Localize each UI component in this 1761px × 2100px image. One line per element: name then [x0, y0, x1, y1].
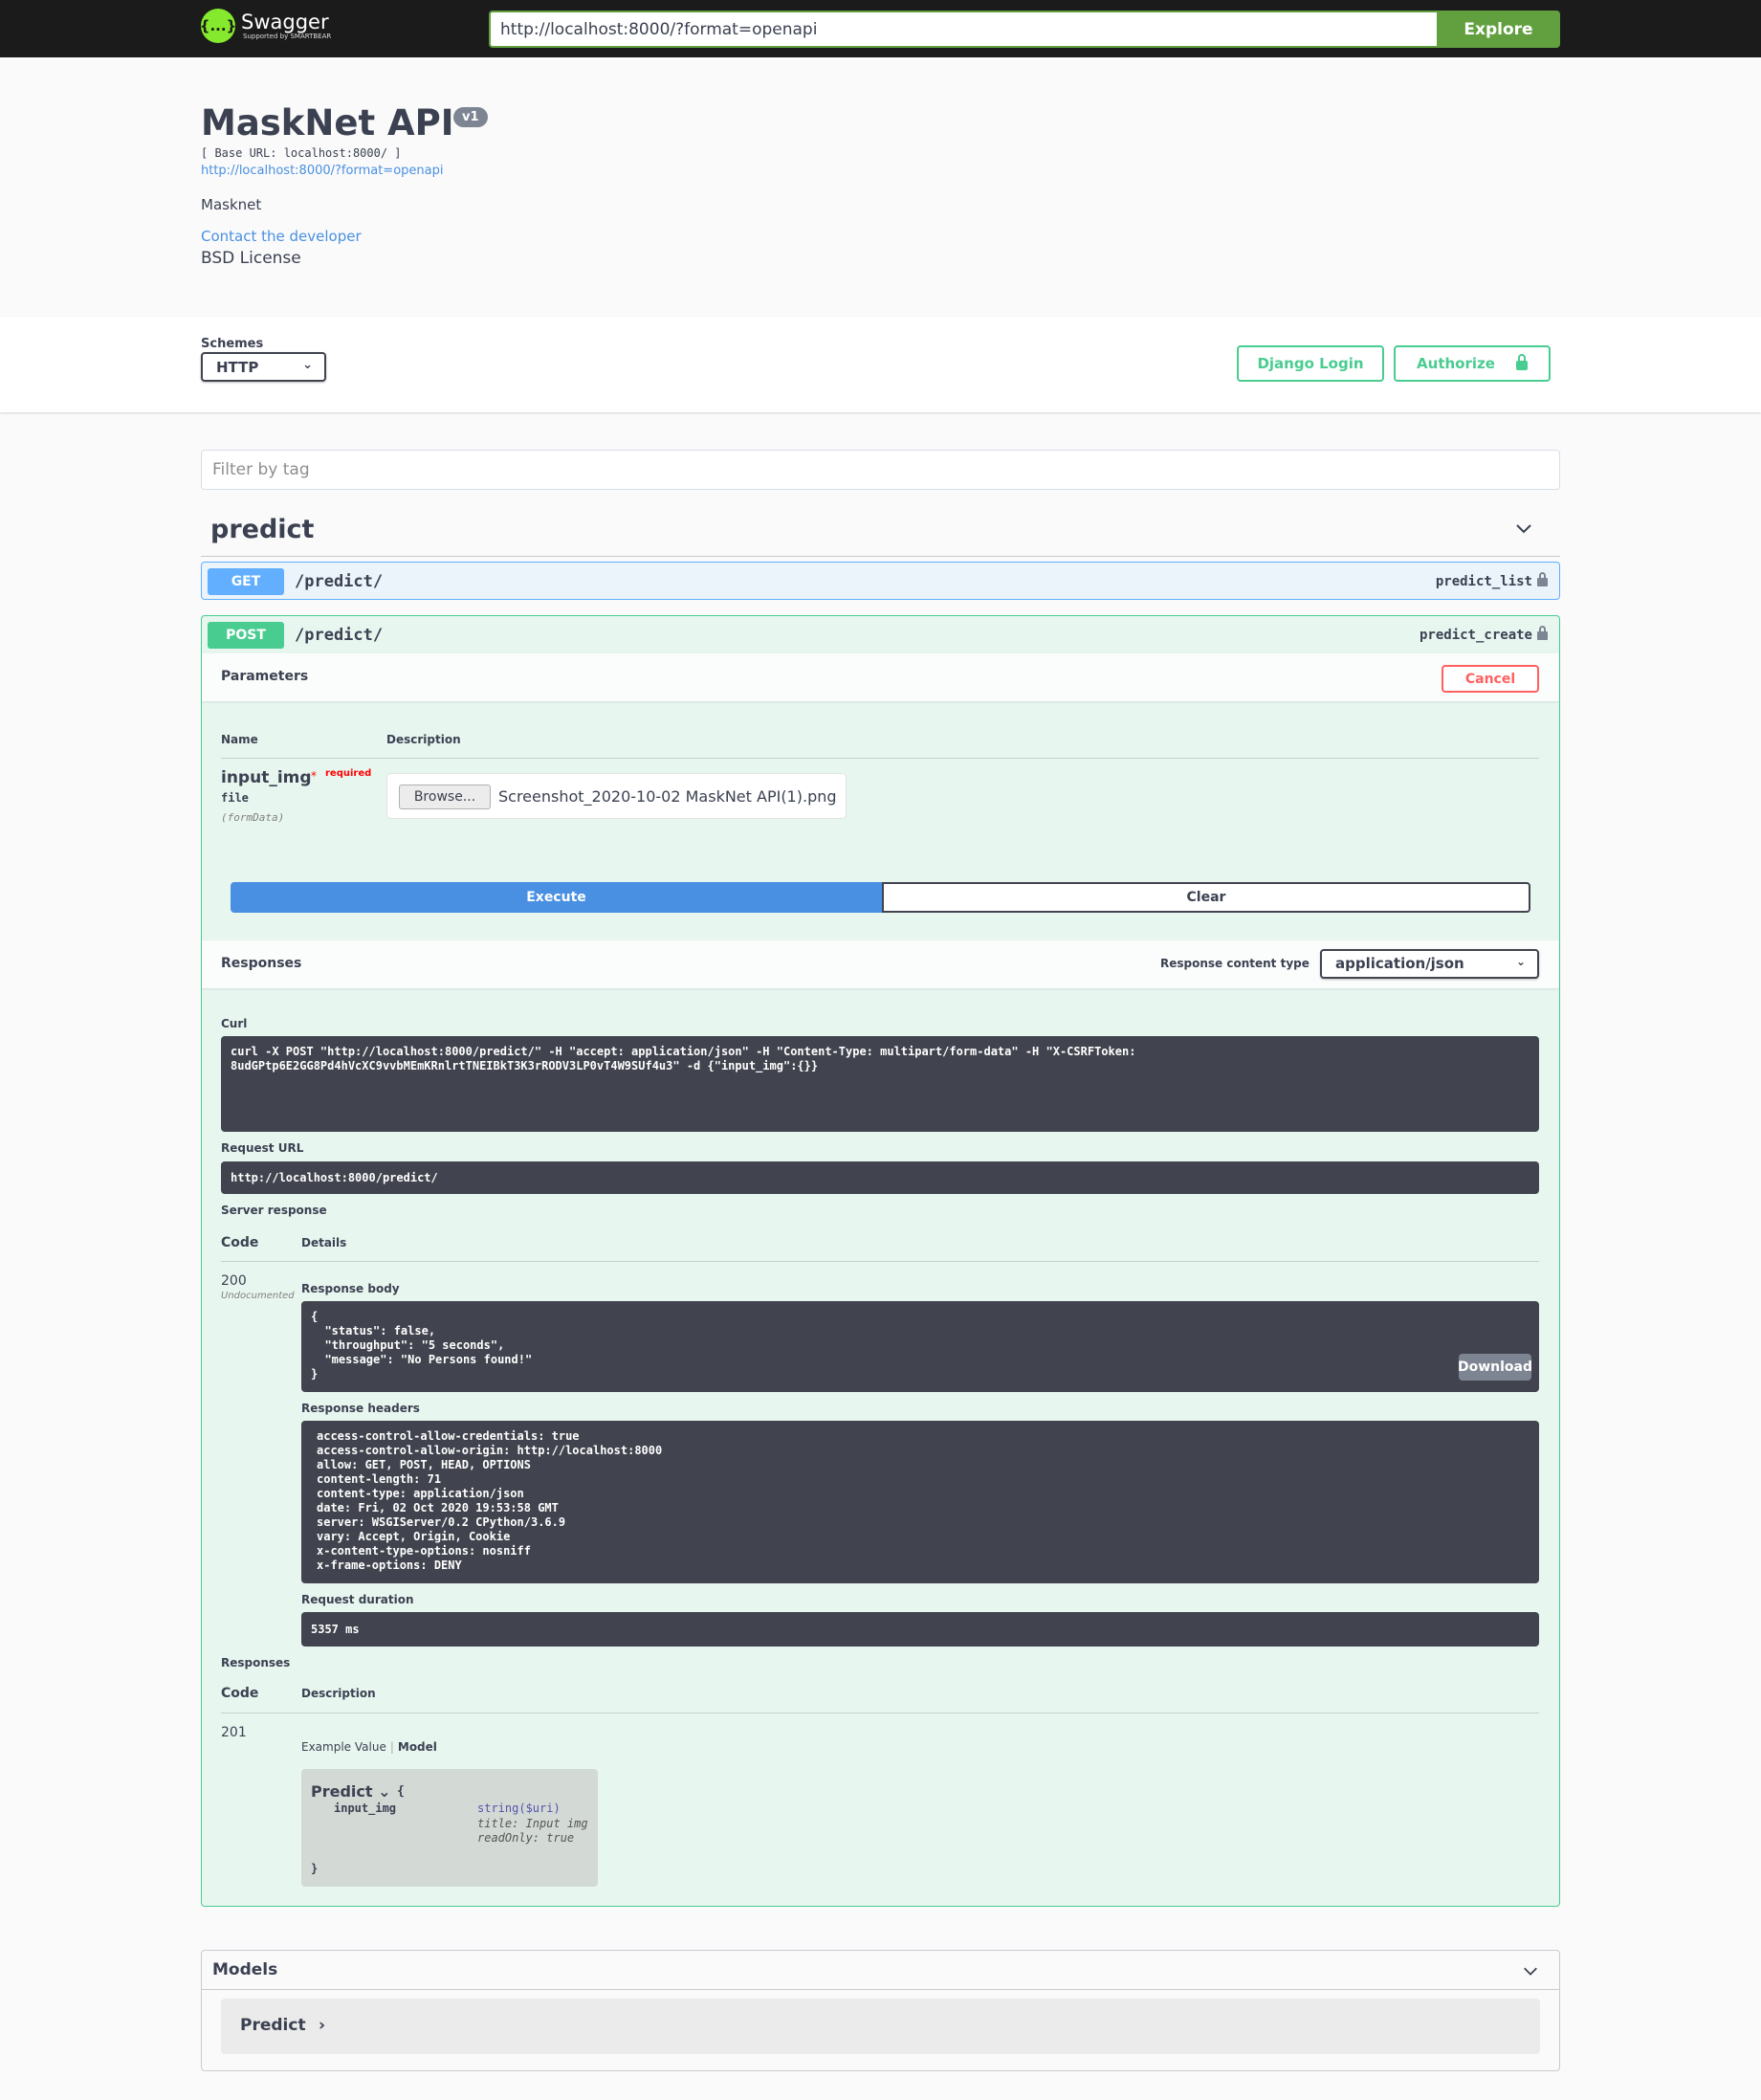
divider [221, 758, 1539, 759]
parameters-header: Parameters [202, 653, 1559, 701]
model-brace-open: { [397, 1784, 405, 1799]
param-name: input_img [221, 768, 312, 787]
response-content-type-label: Response content type [1160, 957, 1310, 970]
documented-responses-title: Responses [221, 1656, 291, 1669]
curl-command[interactable]: curl -X POST "http://localhost:8000/pred… [221, 1036, 1539, 1132]
method-badge: GET [208, 568, 284, 595]
swagger-logo[interactable]: {...} Swagger Supported by SMARTBEAR [200, 9, 331, 43]
file-input[interactable]: Browse... Screenshot_2020-10-02 MaskNet … [386, 773, 847, 819]
response-content-type-select[interactable]: application/json ⌄ [1320, 949, 1539, 979]
param-type: file [221, 791, 249, 805]
authorize-label: Authorize [1417, 355, 1495, 372]
download-button[interactable]: Download [1458, 1354, 1532, 1381]
divider [221, 1261, 1539, 1262]
logo-text-block: Swagger Supported by SMARTBEAR [241, 11, 331, 40]
swagger-logo-icon: {...} [200, 9, 236, 43]
col-code-header: Code [221, 1235, 259, 1250]
responses-title: Responses [221, 956, 302, 971]
chevron-down-icon: ⌄ [302, 358, 313, 372]
version-badge: v1 [453, 107, 488, 127]
model-property-type: string($uri) [477, 1802, 561, 1815]
curl-label: Curl [221, 1017, 248, 1030]
schemes-label: Schemes [201, 337, 264, 351]
chevron-down-icon[interactable] [1522, 1962, 1539, 1979]
op-path: /predict/ [295, 572, 384, 591]
divider [202, 1989, 1559, 1990]
lock-icon [1515, 354, 1528, 370]
authorize-button[interactable]: Authorize [1394, 345, 1551, 382]
topbar: {...} Swagger Supported by SMARTBEAR htt… [0, 0, 1761, 57]
tab-separator: | [389, 1740, 394, 1754]
model-property-title: title: Input img [477, 1817, 588, 1830]
api-title: MaskNet API [201, 102, 454, 144]
model-item-name: Predict [240, 2016, 306, 2035]
chevron-down-icon: ⌄ [1515, 955, 1526, 968]
col-details-header: Details [301, 1236, 347, 1249]
file-name: Screenshot_2020-10-02 MaskNet API(1).png [498, 787, 837, 806]
tag-title[interactable]: predict [210, 515, 314, 544]
license-text: BSD License [201, 249, 301, 268]
execute-button[interactable]: Execute [231, 882, 882, 913]
response-body[interactable]: { "status": false, "throughput": "5 seco… [301, 1301, 1539, 1392]
response-code: 200 [221, 1273, 247, 1289]
response-headers[interactable]: access-control-allow-credentials: true a… [301, 1421, 1539, 1583]
model-schema: Predict ⌄ { input_img string($uri) title… [301, 1769, 598, 1887]
example-model-tabs: Example Value | Model [301, 1740, 437, 1754]
request-duration: 5357 ms [301, 1612, 1539, 1647]
cancel-button[interactable]: Cancel [1442, 665, 1539, 693]
param-in: (formData) [221, 811, 285, 824]
chevron-down-icon[interactable] [1514, 519, 1533, 538]
operation-id: predict_list [1435, 574, 1532, 589]
response-headers-label: Response headers [301, 1402, 420, 1415]
contact-link[interactable]: Contact the developer [201, 228, 362, 245]
lock-icon[interactable] [1537, 626, 1548, 640]
required-label: required [325, 768, 372, 779]
django-login-button[interactable]: Django Login [1237, 345, 1384, 382]
chevron-down-icon[interactable]: ⌄ [378, 1782, 390, 1801]
logo-text: Swagger [241, 11, 329, 33]
tab-example-value[interactable]: Example Value [301, 1740, 386, 1754]
server-response-label: Server response [221, 1204, 327, 1217]
models-section: Models Predict › [201, 1950, 1560, 2071]
tab-model[interactable]: Model [398, 1740, 437, 1754]
explore-button[interactable]: Explore [1437, 11, 1560, 48]
opblock-get-predict[interactable]: GET /predict/ predict_list [201, 562, 1560, 600]
request-url[interactable]: http://localhost:8000/predict/ [221, 1161, 1539, 1194]
operation-id: predict_create [1419, 628, 1532, 643]
models-title[interactable]: Models [212, 1960, 277, 1979]
response-code: 201 [221, 1725, 247, 1740]
col-description-header: Description [301, 1687, 376, 1700]
model-title[interactable]: Predict ⌄ [311, 1782, 391, 1801]
logo-subtext: Supported by SMARTBEAR [243, 33, 332, 40]
parameters-title: Parameters [221, 669, 309, 684]
chevron-right-icon[interactable]: › [319, 2016, 325, 2035]
request-duration-label: Request duration [301, 1593, 414, 1606]
spec-url-input[interactable]: http://localhost:8000/?format=openapi [489, 11, 1437, 48]
scheme-select[interactable]: HTTP ⌄ [201, 352, 326, 382]
model-name: Predict [311, 1782, 373, 1801]
request-url-label: Request URL [221, 1141, 304, 1155]
model-brace-close: } [311, 1862, 319, 1875]
tag-divider [201, 556, 1560, 557]
required-star: * [311, 769, 317, 783]
model-property-name: input_img [334, 1802, 397, 1815]
api-description: Masknet [201, 196, 262, 213]
col-code-header: Code [221, 1686, 259, 1701]
response-body-label: Response body [301, 1282, 400, 1295]
content-type-value: application/json [1335, 955, 1464, 972]
filter-by-tag-input[interactable]: Filter by tag [201, 450, 1560, 490]
base-url: [ Base URL: localhost:8000/ ] [201, 146, 402, 160]
undocumented-label: Undocumented [221, 1291, 295, 1301]
op-path[interactable]: /predict/ [295, 626, 383, 645]
method-badge: POST [208, 622, 284, 649]
col-name-header: Name [221, 733, 258, 746]
browse-button[interactable]: Browse... [399, 785, 491, 809]
model-item-predict[interactable]: Predict › [221, 1999, 1540, 2054]
lock-icon[interactable] [1537, 572, 1548, 586]
clear-button[interactable]: Clear [882, 882, 1530, 913]
scheme-selected: HTTP [216, 359, 259, 376]
col-description-header: Description [386, 733, 461, 746]
model-property-readonly: readOnly: true [477, 1831, 575, 1845]
spec-link[interactable]: http://localhost:8000/?format=openapi [201, 164, 443, 178]
